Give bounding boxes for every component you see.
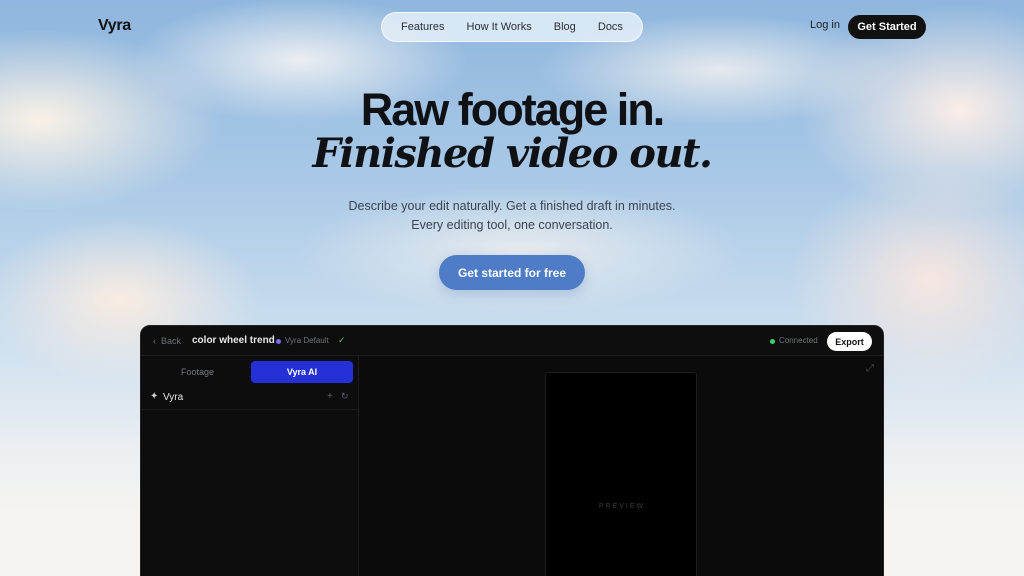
preset-label[interactable]: Vyra Default (285, 336, 329, 345)
hero-title-italic: Finished video out. (312, 130, 713, 177)
new-chat-icon[interactable]: + (327, 391, 333, 402)
main-nav: Features How It Works Blog Docs (381, 12, 643, 42)
logo[interactable]: Vyra (98, 17, 131, 35)
chevron-left-icon: ‹ (153, 336, 156, 346)
back-label: Back (161, 336, 182, 346)
connected-dot-icon (770, 339, 775, 344)
expand-icon[interactable]: ⤢ (866, 363, 874, 374)
nav-link-docs[interactable]: Docs (598, 21, 623, 33)
video-preview[interactable]: PREVIEW (545, 372, 697, 576)
left-panel: Footage Vyra AI ✦ Vyra + ↻ (141, 356, 359, 576)
preset-dot-icon (276, 339, 281, 344)
back-button[interactable]: ‹ Back (153, 336, 181, 346)
hero-title: Raw footage in. (360, 84, 666, 135)
export-button[interactable]: Export (827, 332, 872, 351)
check-icon: ✓ (338, 335, 346, 345)
tab-vyra-ai[interactable]: Vyra AI (251, 361, 353, 383)
tab-footage[interactable]: Footage (181, 367, 214, 377)
get-started-button[interactable]: Get Started (848, 15, 926, 39)
connection-status: Connected (779, 336, 818, 345)
app-topbar: ‹ Back color wheel trend Vyra Default ✓ … (141, 326, 883, 356)
chat-header: ✦ Vyra + ↻ (141, 386, 359, 410)
refresh-icon[interactable]: ↻ (341, 391, 349, 402)
hero-subtitle-line2: Every editing tool, one conversation. (411, 218, 613, 232)
chat-name: Vyra (163, 392, 184, 403)
nav-link-blog[interactable]: Blog (554, 21, 576, 33)
app-preview-window: ‹ Back color wheel trend Vyra Default ✓ … (140, 325, 884, 576)
hero-subtitle-line1: Describe your edit naturally. Get a fini… (348, 199, 676, 213)
sparkle-icon: ✦ (150, 391, 159, 402)
project-name[interactable]: color wheel trend (192, 335, 275, 346)
hero-subtitle: Describe your edit naturally. Get a fini… (0, 197, 1024, 235)
preview-label: PREVIEW (598, 503, 646, 510)
login-link[interactable]: Log in (810, 19, 840, 31)
get-started-free-button[interactable]: Get started for free (439, 255, 585, 290)
nav-link-features[interactable]: Features (401, 21, 444, 33)
nav-link-how-it-works[interactable]: How It Works (467, 21, 532, 33)
